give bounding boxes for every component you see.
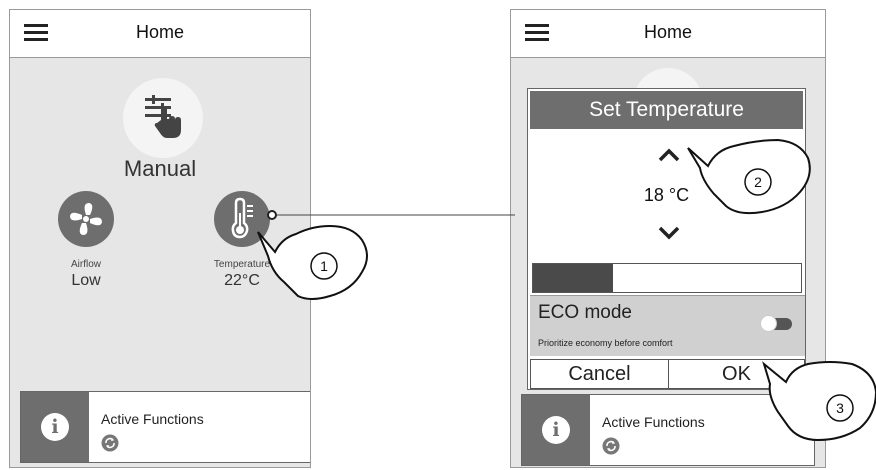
callout-2: 2 bbox=[743, 167, 773, 202]
callout-1: 1 bbox=[309, 251, 339, 286]
svg-text:2: 2 bbox=[754, 174, 762, 190]
connector-overlay bbox=[257, 138, 876, 442]
callout-3: 3 bbox=[825, 393, 855, 428]
svg-text:1: 1 bbox=[320, 258, 328, 274]
pointing-hand-icon bbox=[762, 361, 876, 442]
svg-text:3: 3 bbox=[836, 400, 844, 416]
connector-dot bbox=[267, 210, 277, 220]
